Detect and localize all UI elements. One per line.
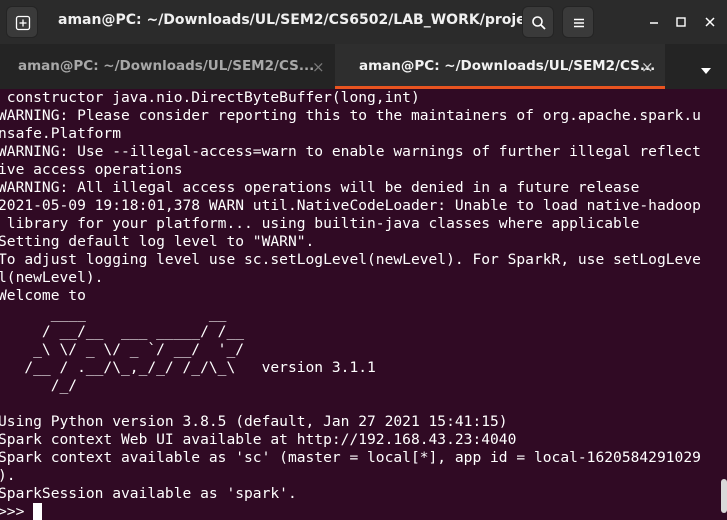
terminal-line: To adjust logging level use sc.setLogLev… (0, 251, 701, 268)
close-window-button[interactable] (700, 12, 720, 32)
terminal-line: WARNING: Please consider reporting this … (0, 107, 701, 124)
minimize-button[interactable] (644, 12, 664, 32)
tabs-dropdown-button[interactable] (700, 61, 712, 80)
spark-logo-line: /_/ (0, 377, 78, 394)
terminal-line: SparkSession available as 'spark'. (0, 485, 297, 502)
terminal-output[interactable]: constructor java.nio.DirectByteBuffer(lo… (0, 89, 727, 520)
terminal-line: nsafe.Platform (0, 125, 122, 142)
search-icon (532, 16, 546, 30)
tab-close-icon[interactable]: × (312, 58, 325, 76)
chevron-down-icon (701, 68, 711, 74)
window-title: aman@PC: ~/Downloads/UL/SEM2/CS6502/LAB_… (58, 12, 541, 28)
spark-logo-line: / __/__ ___ _____/ /__ (0, 323, 245, 340)
terminal-line: ive access operations (0, 161, 183, 178)
new-tab-icon (15, 15, 31, 31)
terminal-line: Setting default log level to "WARN". (0, 233, 315, 250)
hamburger-menu-icon (574, 18, 584, 28)
terminal-line: 2021-05-09 19:18:01,378 WARN util.Native… (0, 197, 701, 214)
tab-close-icon[interactable]: × (641, 58, 654, 76)
tab-bar: aman@PC: ~/Downloads/UL/SEM2/CS... × ama… (0, 44, 727, 89)
python-prompt: >>> (0, 503, 34, 520)
terminal-line: constructor java.nio.DirectByteBuffer(lo… (0, 89, 420, 106)
terminal-line: Spark context available as 'sc' (master … (0, 449, 701, 466)
terminal-tab-1[interactable]: aman@PC: ~/Downloads/UL/SEM2/CS... × (0, 44, 335, 89)
terminal-line: l(newLevel). (0, 269, 104, 286)
text-cursor (33, 503, 42, 520)
tab-label: aman@PC: ~/Downloads/UL/SEM2/CS... (359, 58, 656, 74)
spark-logo-line: /__ / .__/\_,_/_/ /_/\_\ version 3.1.1 (0, 359, 376, 376)
tab-label: aman@PC: ~/Downloads/UL/SEM2/CS... (18, 58, 315, 74)
window-titlebar: aman@PC: ~/Downloads/UL/SEM2/CS6502/LAB_… (0, 0, 727, 44)
terminal-line: WARNING: All illegal access operations w… (0, 179, 640, 196)
spark-logo-line: _\ \/ _ \/ _ `/ __/ '_/ (0, 341, 245, 358)
terminal-scrollbar[interactable] (721, 479, 727, 513)
terminal-line: Using Python version 3.8.5 (default, Jan… (0, 413, 508, 430)
spark-logo-line: ____ __ (0, 305, 227, 322)
maximize-icon (676, 17, 686, 27)
maximize-button[interactable] (671, 12, 691, 32)
search-button[interactable] (522, 6, 554, 38)
minimize-icon (650, 22, 658, 24)
terminal-line: WARNING: Use --illegal-access=warn to en… (0, 143, 701, 160)
menu-button[interactable] (562, 6, 594, 38)
close-icon (705, 17, 715, 27)
new-tab-button[interactable] (6, 6, 38, 38)
terminal-line: library for your platform... using built… (0, 215, 640, 232)
terminal-line: ). (0, 467, 16, 484)
terminal-tab-2-active[interactable]: aman@PC: ~/Downloads/UL/SEM2/CS... × (335, 44, 665, 89)
terminal-line: Spark context Web UI available at http:/… (0, 431, 517, 448)
terminal-line: Welcome to (0, 287, 86, 304)
